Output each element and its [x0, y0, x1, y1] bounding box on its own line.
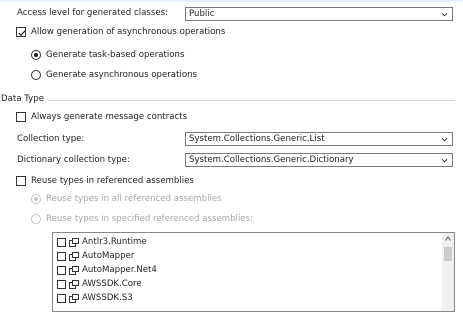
assemblies-list[interactable]: Antlr3.Runtime AutoMapper AutoMapper.Net… — [52, 232, 455, 312]
async-operations-radio[interactable] — [31, 70, 41, 80]
list-item[interactable]: AWSSDK.S3 — [57, 293, 133, 303]
assembly-checkbox[interactable] — [57, 279, 66, 289]
list-item[interactable]: AWSSDK.Core — [57, 279, 142, 289]
reuse-all-radio-row[interactable]: Reuse types in all referenced assemblies — [31, 194, 222, 204]
list-scrollbar[interactable] — [442, 233, 454, 311]
async-operations-radio-row[interactable]: Generate asynchronous operations — [31, 70, 197, 80]
assembly-checkbox[interactable] — [57, 265, 66, 275]
list-item[interactable]: AutoMapper — [57, 251, 134, 261]
assembly-name: AutoMapper — [82, 251, 135, 261]
task-based-radio-row[interactable]: Generate task-based operations — [31, 50, 184, 60]
allow-async-checkbox[interactable] — [16, 27, 26, 37]
allow-async-label: Allow generation of asynchronous operati… — [31, 27, 226, 37]
scrollbar-thumb[interactable] — [444, 247, 452, 261]
assembly-name: AWSSDK.Core — [82, 279, 142, 289]
access-level-dropdown[interactable]: Public — [185, 7, 453, 21]
window-top-edge — [0, 0, 463, 2]
assembly-icon — [69, 279, 79, 289]
message-contracts-checkbox[interactable] — [16, 112, 26, 122]
assembly-checkbox[interactable] — [57, 237, 66, 247]
reuse-specified-label: Reuse types in specified referenced asse… — [46, 214, 253, 224]
async-operations-label: Generate asynchronous operations — [46, 70, 198, 80]
list-item[interactable]: AutoMapper.Net4 — [57, 265, 157, 275]
reuse-types-checkbox-row[interactable]: Reuse types in referenced assemblies — [16, 176, 194, 186]
assembly-icon — [69, 293, 79, 303]
allow-async-checkbox-row[interactable]: Allow generation of asynchronous operati… — [16, 27, 225, 37]
message-contracts-label: Always generate message contracts — [31, 112, 188, 122]
assembly-icon — [69, 251, 79, 261]
chevron-down-icon — [441, 158, 448, 163]
chevron-down-icon — [441, 137, 448, 142]
assembly-name: AutoMapper.Net4 — [82, 265, 157, 275]
section-divider — [48, 100, 455, 101]
dictionary-type-dropdown[interactable]: System.Collections.Generic.Dictionary — [185, 153, 453, 167]
dictionary-type-label: Dictionary collection type: — [17, 155, 130, 165]
reuse-specified-radio-row[interactable]: Reuse types in specified referenced asse… — [31, 214, 253, 224]
list-item[interactable]: Antlr3.Runtime — [57, 237, 147, 247]
reuse-all-radio[interactable] — [31, 194, 41, 204]
assembly-checkbox[interactable] — [57, 293, 66, 303]
reuse-types-label: Reuse types in referenced assemblies — [31, 176, 194, 186]
scroll-up-arrow-icon[interactable] — [445, 236, 451, 241]
reuse-all-label: Reuse types in all referenced assemblies — [46, 194, 222, 204]
collection-type-dropdown[interactable]: System.Collections.Generic.List — [185, 132, 453, 146]
reuse-types-checkbox[interactable] — [16, 176, 26, 186]
reuse-specified-radio[interactable] — [31, 214, 41, 224]
task-based-radio[interactable] — [31, 50, 41, 60]
assembly-checkbox[interactable] — [57, 251, 66, 261]
collection-type-label: Collection type: — [17, 134, 85, 144]
dictionary-type-value: System.Collections.Generic.Dictionary — [189, 155, 354, 165]
access-level-label: Access level for generated classes: — [17, 8, 168, 18]
assembly-name: Antlr3.Runtime — [82, 237, 147, 247]
chevron-down-icon — [441, 12, 448, 17]
data-type-section-title: Data Type — [1, 94, 44, 104]
checkmark-icon — [18, 30, 26, 37]
assembly-icon — [69, 265, 79, 275]
assembly-name: AWSSDK.S3 — [82, 293, 133, 303]
message-contracts-checkbox-row[interactable]: Always generate message contracts — [16, 112, 187, 122]
assembly-icon — [69, 237, 79, 247]
collection-type-value: System.Collections.Generic.List — [189, 134, 325, 144]
access-level-value: Public — [189, 9, 215, 19]
task-based-label: Generate task-based operations — [46, 50, 185, 60]
